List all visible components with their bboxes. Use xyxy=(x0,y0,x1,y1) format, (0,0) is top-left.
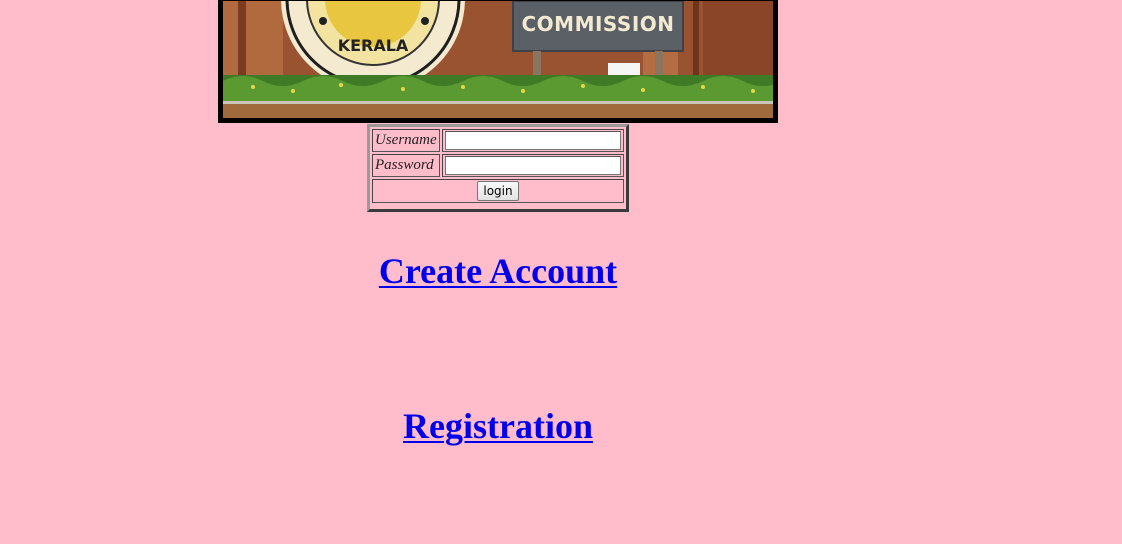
password-cell xyxy=(441,154,624,177)
password-label: Password xyxy=(372,154,440,177)
password-input[interactable] xyxy=(444,156,621,175)
username-label: Username xyxy=(372,129,440,152)
login-table: Username Password login xyxy=(370,127,626,205)
banner-image: KERALA COMMISSION xyxy=(218,0,778,123)
username-input[interactable] xyxy=(444,131,621,150)
username-cell xyxy=(441,129,624,152)
login-form: Username Password login xyxy=(367,124,629,212)
button-row: login xyxy=(372,179,624,203)
page: KERALA COMMISSION Username Password logi… xyxy=(0,0,1122,544)
commission-sign-text: COMMISSION xyxy=(521,12,674,36)
create-account-link[interactable]: Create Account xyxy=(218,250,778,292)
registration-link[interactable]: Registration xyxy=(218,405,778,447)
password-row: Password xyxy=(372,154,624,177)
login-button[interactable]: login xyxy=(477,181,519,201)
seal-text: KERALA xyxy=(338,36,409,55)
username-row: Username xyxy=(372,129,624,152)
button-cell: login xyxy=(372,179,624,203)
